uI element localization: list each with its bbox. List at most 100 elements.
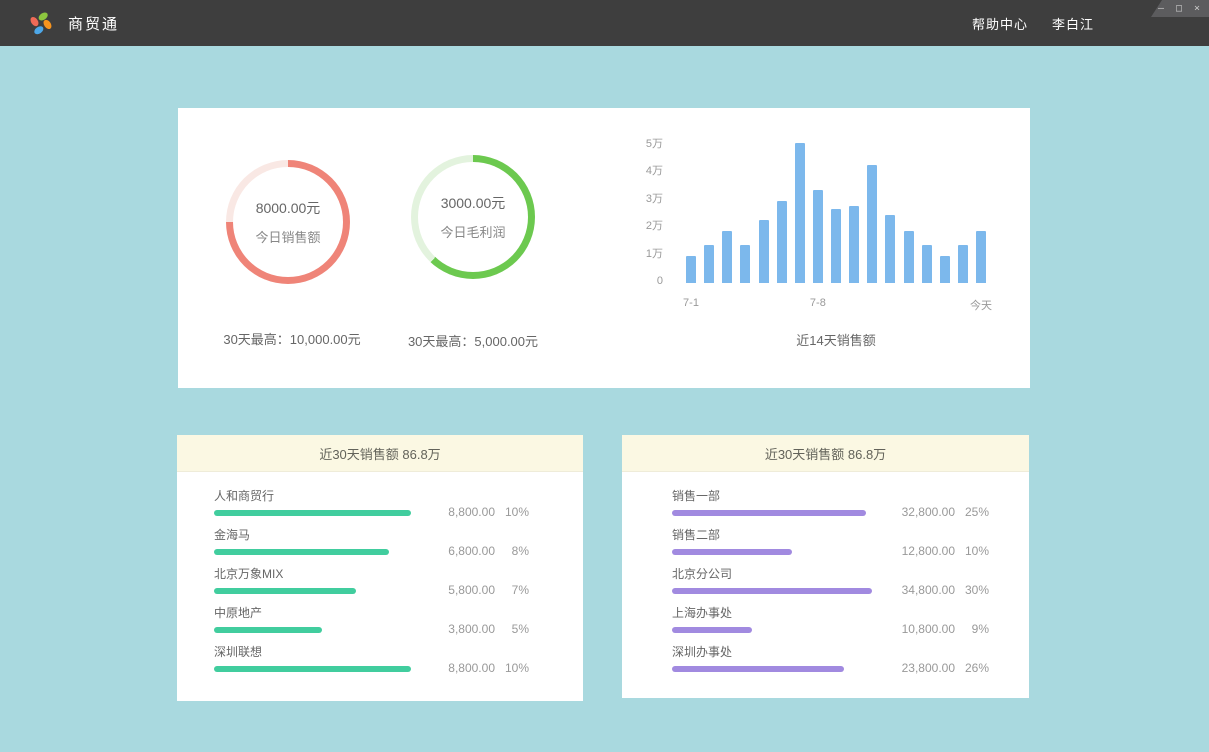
list-item: 销售一部 32,800.0025%	[672, 490, 1029, 516]
today-sales-donut-chart: 8000.00元 今日销售额	[226, 160, 350, 284]
item-percent: 30%	[955, 583, 989, 597]
customers-list: 人和商贸行8,800.0010%金海马6,800.008%北京万象MIX5,80…	[177, 472, 583, 672]
y-tick-label: 4万	[623, 164, 663, 178]
barchart-title: 近14天销售额	[686, 330, 986, 349]
sales-bar	[976, 231, 986, 283]
titlebar: 商贸通 帮助中心 李白江 — □ ×	[0, 0, 1209, 46]
y-tick-label: 5万	[623, 137, 663, 151]
x-tick-label: 7-8	[810, 297, 826, 309]
today-profit-value: 3000.00元	[441, 193, 506, 213]
minimize-icon[interactable]: —	[1155, 4, 1167, 14]
item-percent: 10%	[495, 505, 529, 519]
item-label: 北京分公司	[672, 568, 1029, 581]
sales-bar	[722, 231, 732, 283]
item-percent: 10%	[495, 661, 529, 675]
sales-bar	[867, 165, 877, 283]
barchart-x-axis: 7-17-8今天	[686, 297, 986, 311]
app-logo-pinwheel-icon	[28, 10, 54, 36]
today-profit-donut-chart: 3000.00元 今日毛利润	[411, 155, 535, 279]
today-summary-card: 8000.00元 今日销售额 30天最高：10,000.00元 3000.00元…	[178, 108, 1030, 388]
item-amount: 6,800.00	[423, 544, 495, 558]
item-amount: 12,800.00	[883, 544, 955, 558]
item-progress-bar	[672, 588, 872, 594]
item-percent: 26%	[955, 661, 989, 675]
sales-bar	[904, 231, 914, 283]
item-percent: 8%	[495, 544, 529, 558]
item-label: 人和商贸行	[214, 490, 583, 503]
x-tick-label: 7-1	[683, 297, 699, 309]
item-label: 金海马	[214, 529, 583, 542]
y-tick-label: 0	[623, 274, 663, 288]
sales-bar	[885, 215, 895, 284]
window-controls: — □ ×	[1151, 0, 1209, 17]
list-item: 深圳办事处 23,800.0026%	[672, 646, 1029, 672]
item-amount: 3,800.00	[423, 622, 495, 636]
maximize-icon[interactable]: □	[1173, 4, 1185, 14]
sales-bar	[958, 245, 968, 283]
item-label: 中原地产	[214, 607, 583, 620]
help-center-link[interactable]: 帮助中心	[972, 14, 1028, 33]
item-percent: 10%	[955, 544, 989, 558]
item-progress-bar	[672, 666, 844, 672]
item-progress-bar	[214, 510, 411, 516]
today-sales-value: 8000.00元	[256, 198, 321, 218]
sales-14d-bar-chart	[686, 137, 986, 283]
item-progress-bar	[672, 627, 752, 633]
item-progress-bar	[672, 549, 792, 555]
item-amount: 34,800.00	[883, 583, 955, 597]
y-tick-label: 2万	[623, 219, 663, 233]
item-amount: 32,800.00	[883, 505, 955, 519]
item-amount: 23,800.00	[883, 661, 955, 675]
list-item: 北京分公司 34,800.0030%	[672, 568, 1029, 594]
customers-30d-card: 近30天销售额 86.8万 人和商贸行8,800.0010%金海马6,800.0…	[177, 435, 583, 701]
sales-bar	[940, 256, 950, 283]
today-sales-label: 今日销售额	[255, 227, 320, 246]
list-item: 深圳联想 8,800.0010%	[214, 646, 583, 672]
item-label: 上海办事处	[672, 607, 1029, 620]
sales-bar	[795, 143, 805, 283]
departments-card-title: 近30天销售额 86.8万	[622, 435, 1029, 472]
item-percent: 25%	[955, 505, 989, 519]
sales-bar	[777, 201, 787, 283]
list-item: 人和商贸行 8,800.0010%	[214, 490, 583, 516]
sales-bar	[686, 256, 696, 283]
sales-bar	[813, 190, 823, 283]
profit-30d-max-caption: 30天最高：5,000.00元	[363, 331, 583, 350]
item-progress-bar	[214, 627, 322, 633]
item-label: 深圳联想	[214, 646, 583, 659]
item-label: 销售二部	[672, 529, 1029, 542]
x-tick-label: 今天	[970, 297, 992, 313]
departments-30d-card: 近30天销售额 86.8万 销售一部 32,800.0025% 销售二部 12,800…	[622, 435, 1029, 698]
app-title: 商贸通	[68, 13, 119, 34]
item-label: 北京万象MIX	[214, 568, 583, 581]
departments-list: 销售一部 32,800.0025% 销售二部 12,800.0010% 北京分公司 34,…	[622, 472, 1029, 672]
item-amount: 10,800.00	[883, 622, 955, 636]
item-amount: 8,800.00	[423, 505, 495, 519]
sales-bar	[831, 209, 841, 283]
item-progress-bar	[214, 549, 389, 555]
item-percent: 9%	[955, 622, 989, 636]
list-item: 金海马 6,800.008%	[214, 529, 583, 555]
item-amount: 5,800.00	[423, 583, 495, 597]
item-progress-bar	[214, 588, 356, 594]
item-percent: 5%	[495, 622, 529, 636]
list-item: 上海办事处 10,800.009%	[672, 607, 1029, 633]
list-item: 中原地产 3,800.005%	[214, 607, 583, 633]
list-item: 北京万象MIX 5,800.007%	[214, 568, 583, 594]
item-amount: 8,800.00	[423, 661, 495, 675]
sales-bar	[759, 220, 769, 283]
sales-bar	[740, 245, 750, 283]
item-percent: 7%	[495, 583, 529, 597]
item-progress-bar	[214, 666, 411, 672]
current-user-link[interactable]: 李白江	[1052, 14, 1094, 33]
y-tick-label: 1万	[623, 247, 663, 261]
sales-bar	[704, 245, 714, 283]
close-icon[interactable]: ×	[1191, 4, 1203, 14]
today-profit-label: 今日毛利润	[440, 222, 505, 241]
customers-card-title: 近30天销售额 86.8万	[177, 435, 583, 472]
sales-bar	[922, 245, 932, 283]
sales-bar	[849, 206, 859, 283]
item-label: 深圳办事处	[672, 646, 1029, 659]
item-label: 销售一部	[672, 490, 1029, 503]
item-progress-bar	[672, 510, 866, 516]
